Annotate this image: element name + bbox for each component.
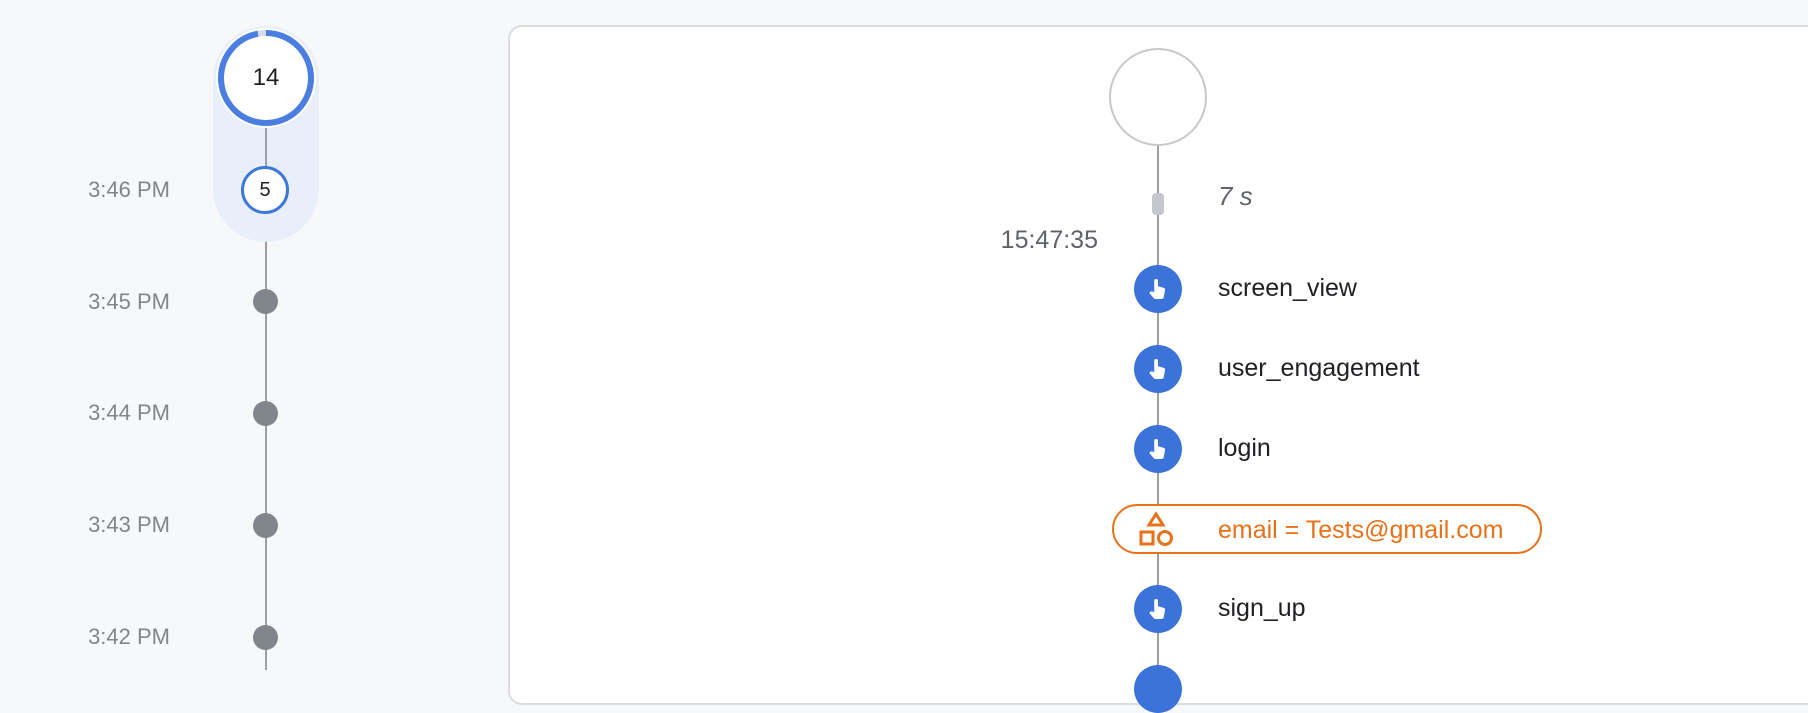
user-property-icon [1139, 511, 1173, 546]
touch-icon[interactable] [1134, 665, 1182, 713]
minute-dot[interactable] [253, 289, 278, 314]
minute-timeline: 14 5 3:46 PM 3:45 PM 3:44 PM 3:43 PM 3:4… [0, 0, 500, 670]
time-gap-label: 7 s [1218, 181, 1253, 211]
event-timestamp: 15:47:35 [1000, 226, 1098, 254]
user-property-row[interactable]: email = Tests@gmail.com [1112, 504, 1542, 554]
touch-icon[interactable] [1134, 425, 1182, 473]
minute-time-label: 3:43 PM [88, 512, 170, 537]
minute-dot[interactable] [253, 513, 278, 538]
touch-icon[interactable] [1134, 345, 1182, 393]
time-gap-marker [1152, 193, 1164, 215]
session-start-circle[interactable] [1109, 48, 1207, 146]
minute-time-label: 3:45 PM [88, 289, 170, 314]
event-name[interactable]: screen_view [1218, 273, 1357, 303]
minute-event-count: 14 [252, 64, 280, 91]
minute-time-label: 3:42 PM [88, 624, 170, 649]
minute-dot[interactable] [253, 625, 278, 650]
event-name[interactable]: login [1218, 433, 1271, 463]
session-count-badge[interactable]: 5 [241, 166, 289, 214]
user-property-label: email = Tests@gmail.com [1218, 516, 1504, 544]
event-name[interactable]: user_engagement [1218, 353, 1420, 383]
touch-icon[interactable] [1134, 265, 1182, 313]
highlight-connector [265, 128, 267, 168]
minute-event-count-ring[interactable]: 14 [216, 28, 316, 128]
touch-icon[interactable] [1134, 585, 1182, 633]
event-name[interactable]: sign_up [1218, 593, 1306, 623]
minute-time-label: 3:44 PM [88, 400, 170, 425]
minute-dot[interactable] [253, 401, 278, 426]
minute-time-label: 3:46 PM [88, 177, 170, 202]
